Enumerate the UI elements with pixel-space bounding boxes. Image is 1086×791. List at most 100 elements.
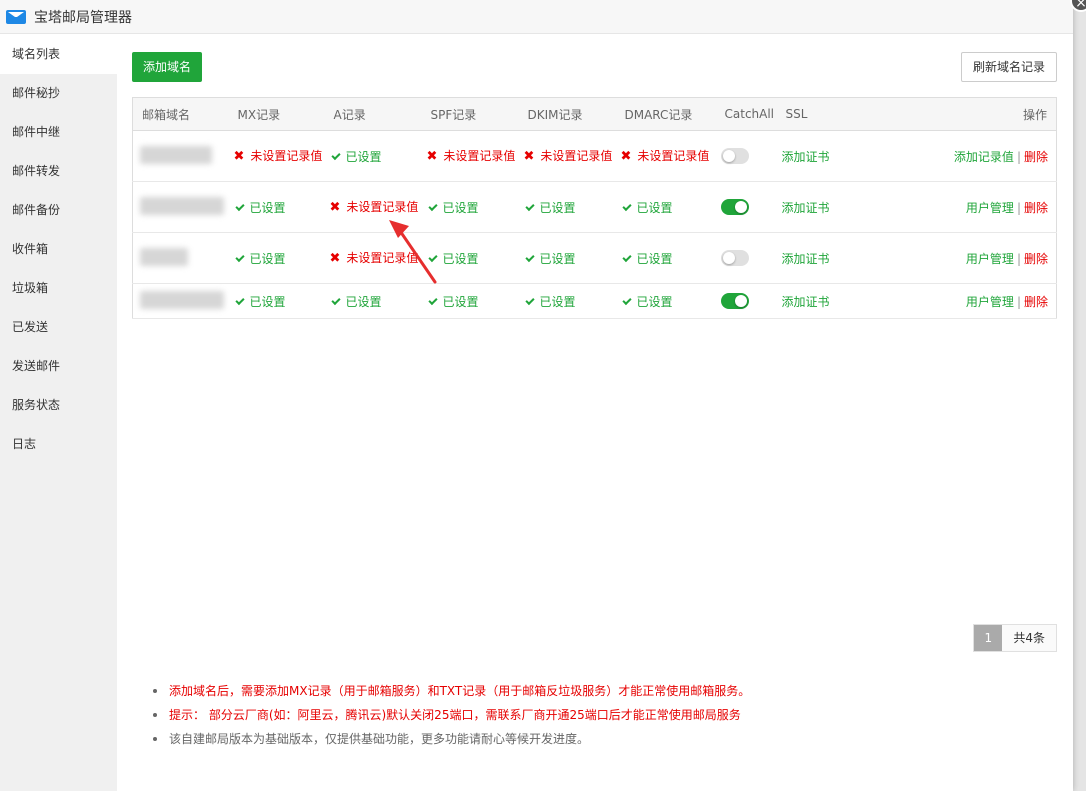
record-status-text: 未设置记录值: [346, 250, 419, 265]
user-management-link[interactable]: 用户管理: [966, 295, 1014, 309]
column-header: 邮箱域名: [132, 97, 229, 131]
check-icon: [524, 201, 535, 211]
check-icon: [427, 201, 438, 211]
column-header: A记录: [324, 97, 422, 131]
column-header: DMARC记录: [615, 97, 716, 131]
check-icon: [427, 252, 438, 262]
record-status-text: 已设置: [636, 294, 673, 309]
dmarc-status-cell: ✖ 未设置记录值: [615, 130, 716, 182]
operations-cell: 用户管理 | 删除: [896, 232, 1057, 284]
spf-status-cell: 已设置: [421, 283, 519, 319]
dmarc-status-cell: 已设置: [615, 181, 716, 233]
table-row: ✖ 未设置记录值 已设置 ✖ 未设置记录值 ✖ 未设置记录值 ✖ 未设置记录值 添加证书 添加记录值…: [132, 130, 1057, 182]
record-status-text: 已设置: [636, 251, 673, 266]
user-management-link[interactable]: 用户管理: [966, 201, 1014, 215]
table-header-row: 邮箱域名 MX记录 A记录 SPF记录 DKIM记录 DMARC记录 CatchAll SSL…: [132, 97, 1057, 131]
dmarc-status-cell: 已设置: [615, 232, 716, 284]
note-item: 该自建邮局版本为基础版本，仅提供基础功能，更多功能请耐心等候开发进度。: [147, 727, 1047, 751]
delete-link[interactable]: 删除: [1024, 295, 1048, 309]
cross-icon: ✖: [233, 148, 245, 164]
delete-link[interactable]: 删除: [1024, 150, 1048, 164]
a-status-cell: ✖ 未设置记录值: [324, 232, 422, 284]
titlebar: 宝塔邮局管理器: [0, 0, 1073, 34]
add-certificate-link[interactable]: 添加证书: [782, 252, 830, 266]
sidebar-item[interactable]: 邮件中继: [0, 113, 117, 152]
catchall-toggle[interactable]: [720, 250, 749, 266]
dmarc-status-cell: 已设置: [615, 283, 716, 319]
sidebar-item[interactable]: 收件箱: [0, 230, 117, 269]
sidebar-item[interactable]: 域名列表: [0, 35, 117, 74]
cross-icon: ✖: [329, 250, 341, 266]
record-status-text: 未设置记录值: [540, 148, 613, 163]
sidebar-item[interactable]: 发送邮件: [0, 347, 117, 386]
divider: |: [1016, 294, 1021, 309]
record-status-text: 已设置: [442, 294, 479, 309]
add-certificate-link[interactable]: 添加证书: [782, 295, 830, 309]
record-status-text: 已设置: [345, 294, 382, 309]
record-status-text: 已设置: [539, 251, 576, 266]
mail-manager-window: 宝塔邮局管理器 域名列表 邮件秘抄 邮件中继 邮件转发 邮件备份 收件箱 垃圾箱 已发送 发送邮…: [0, 0, 1073, 791]
a-status-cell: 已设置: [324, 130, 422, 182]
sidebar-item[interactable]: 邮件秘抄: [0, 74, 117, 113]
column-header: CatchAll: [715, 97, 777, 131]
mx-status-cell: 已设置: [228, 181, 325, 233]
sidebar-item[interactable]: 邮件备份: [0, 191, 117, 230]
record-status-text: 未设置记录值: [250, 148, 323, 163]
mail-icon: [6, 9, 26, 24]
record-status-text: 已设置: [345, 149, 382, 164]
delete-link[interactable]: 删除: [1024, 201, 1048, 215]
operations-cell: 添加记录值 | 删除: [896, 130, 1057, 182]
delete-link[interactable]: 删除: [1024, 252, 1048, 266]
record-status-text: 未设置记录值: [443, 148, 516, 163]
note-item: 提示： 部分云厂商(如：阿里云，腾讯云)默认关闭25端口，需联系厂商开通25端口…: [147, 703, 1047, 727]
column-header: MX记录: [228, 97, 325, 131]
catchall-toggle[interactable]: [720, 199, 749, 215]
redacted-domain: [140, 247, 188, 266]
check-icon: [234, 201, 245, 211]
toggle-knob: [734, 201, 747, 213]
add-certificate-link[interactable]: 添加证书: [782, 150, 830, 164]
record-status-text: 已设置: [539, 200, 576, 215]
toggle-knob: [722, 252, 735, 264]
refresh-records-button[interactable]: 刷新域名记录: [960, 52, 1057, 82]
sidebar-item[interactable]: 日志: [0, 425, 117, 464]
check-icon: [524, 252, 535, 262]
check-icon: [234, 252, 245, 262]
cross-icon: ✖: [523, 148, 535, 164]
table-row: 已设置 已设置 已设置 已设置 已设置 添加证书 用户管理 | 删除: [132, 283, 1057, 319]
check-icon: [621, 295, 632, 305]
record-status-text: 已设置: [539, 294, 576, 309]
page-total: 共4条: [1002, 625, 1056, 651]
catchall-toggle[interactable]: [720, 148, 749, 164]
sidebar-item[interactable]: 垃圾箱: [0, 269, 117, 308]
add-certificate-link[interactable]: 添加证书: [782, 201, 830, 215]
catchall-cell: [715, 130, 777, 182]
catchall-toggle[interactable]: [720, 293, 749, 309]
toggle-knob: [722, 150, 735, 162]
dkim-status-cell: 已设置: [518, 283, 616, 319]
sidebar: 域名列表 邮件秘抄 邮件中继 邮件转发 邮件备份 收件箱 垃圾箱 已发送 发送邮件 服务状态 日志: [0, 35, 117, 791]
table-row: 已设置 ✖ 未设置记录值 已设置 已设置 已设置 添加证书 用户管理 | 删除: [132, 232, 1057, 284]
sidebar-item[interactable]: 服务状态: [0, 386, 117, 425]
domain-cell: [132, 232, 229, 284]
add-record-link[interactable]: 添加记录值: [954, 150, 1014, 164]
page-current[interactable]: 1: [974, 625, 1003, 651]
spf-status-cell: ✖ 未设置记录值: [421, 130, 519, 182]
user-management-link[interactable]: 用户管理: [966, 252, 1014, 266]
check-icon: [427, 295, 438, 305]
sidebar-item[interactable]: 邮件转发: [0, 152, 117, 191]
add-domain-button[interactable]: 添加域名: [132, 52, 203, 82]
sidebar-item[interactable]: 已发送: [0, 308, 117, 347]
mx-status-cell: ✖ 未设置记录值: [228, 130, 325, 182]
ssl-cell: 添加证书: [776, 232, 897, 284]
cross-icon: ✖: [426, 148, 438, 164]
check-icon: [621, 201, 632, 211]
record-status-text: 未设置记录值: [637, 148, 710, 163]
record-status-text: 未设置记录值: [346, 199, 419, 214]
redacted-domain: [140, 145, 212, 164]
a-status-cell: ✖ 未设置记录值: [324, 181, 422, 233]
catchall-cell: [715, 283, 777, 319]
catchall-cell: [715, 181, 777, 233]
record-status-text: 已设置: [249, 294, 286, 309]
column-header: SSL: [776, 97, 897, 131]
